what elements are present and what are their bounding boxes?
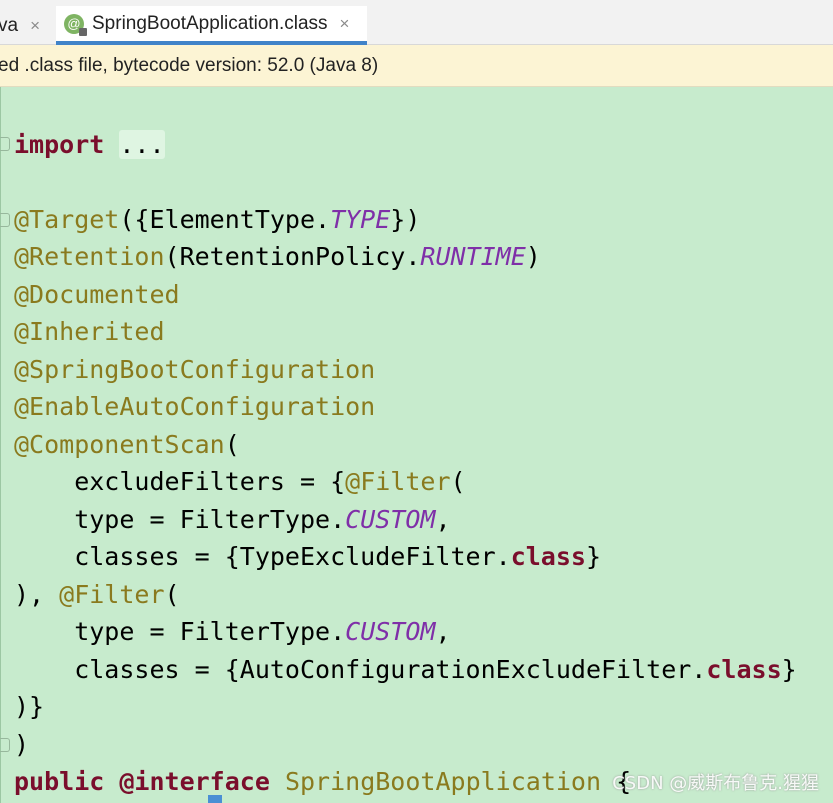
code-text: type = FilterType.: [14, 505, 346, 534]
watermark: CSDN @威斯布鲁克.猩猩: [612, 773, 819, 794]
code-line: classes = {TypeExcludeFilter.class}: [14, 541, 601, 573]
code-text: ): [14, 730, 30, 759]
annotation: @Documented: [14, 280, 180, 309]
code-text: }): [390, 205, 421, 234]
fold-marker-icon[interactable]: [0, 213, 10, 227]
close-icon[interactable]: ×: [340, 14, 350, 34]
annotation: @Target: [14, 205, 120, 234]
tab-label: va: [0, 14, 19, 36]
code-line: @Documented: [14, 279, 180, 311]
code-line-import: import ...: [14, 129, 165, 161]
close-icon[interactable]: ×: [30, 16, 40, 36]
code-line: @SpringBootConfiguration: [14, 354, 375, 386]
code-text: ),: [14, 580, 60, 609]
notice-text: ed .class file, bytecode version: 52.0 (…: [0, 55, 379, 76]
keyword: @interface: [119, 767, 270, 796]
code-line: type = FilterType.CUSTOM,: [14, 504, 451, 536]
code-text: classes = {TypeExcludeFilter.: [14, 542, 511, 571]
annotation: @SpringBootConfiguration: [14, 355, 376, 384]
fold-marker-icon[interactable]: [0, 738, 10, 752]
code-line: excludeFilters = {@Filter(: [14, 466, 466, 498]
code-line: )}: [14, 691, 44, 723]
type-name: SpringBootApplication: [284, 767, 602, 796]
folded-imports[interactable]: ...: [119, 130, 165, 159]
code-text: ,: [435, 617, 451, 646]
code-text: )}: [14, 692, 45, 721]
annotation: @Filter: [59, 580, 165, 609]
keyword: class: [510, 542, 586, 571]
keyword: public: [14, 767, 105, 796]
code-text: (: [450, 467, 466, 496]
constant: TYPE: [330, 205, 391, 234]
code-line: @EnableAutoConfiguration: [14, 391, 375, 423]
code-line: @ComponentScan(: [14, 429, 240, 461]
code-text: ,: [435, 505, 451, 534]
editor-tab-bar: va × @ SpringBootApplication.class ×: [0, 0, 833, 45]
annotation: @Inherited: [14, 317, 165, 346]
code-text: type = FilterType.: [14, 617, 346, 646]
code-text: }: [585, 542, 602, 571]
annotation: @ComponentScan: [14, 430, 225, 459]
code-line: @Inherited: [14, 316, 165, 348]
tab-springbootapplication-class[interactable]: @ SpringBootApplication.class ×: [56, 6, 367, 45]
annotation: @EnableAutoConfiguration: [14, 392, 376, 421]
code-line: ): [14, 729, 29, 761]
code-text: ({ElementType.: [119, 205, 331, 234]
gutter-divider: [0, 87, 1, 803]
annotation: @Retention: [14, 242, 165, 271]
tab-label: SpringBootApplication.class: [92, 12, 328, 34]
code-line: @Target({ElementType.TYPE}): [14, 204, 420, 236]
constant: CUSTOM: [345, 617, 436, 646]
keyword: class: [706, 655, 782, 684]
tab-previous-file[interactable]: va ×: [0, 6, 48, 45]
code-text: }: [781, 655, 797, 684]
code-line: ), @Filter(: [14, 579, 180, 611]
keyword: import: [14, 130, 105, 159]
code-text: (: [164, 580, 180, 609]
code-line: type = FilterType.CUSTOM,: [14, 616, 451, 648]
code-text: excludeFilters = {: [14, 467, 346, 496]
code-line: classes = {AutoConfigurationExcludeFilte…: [14, 654, 797, 686]
annotation: @Filter: [345, 467, 451, 496]
code-line: @Retention(RetentionPolicy.RUNTIME): [14, 241, 541, 273]
constant: RUNTIME: [420, 242, 526, 271]
caret-marker: [208, 795, 222, 803]
code-text: classes = {AutoConfigurationExcludeFilte…: [14, 655, 707, 684]
code-editor[interactable]: import ... @Target({ElementType.TYPE}) @…: [0, 87, 833, 803]
constant: CUSTOM: [345, 505, 436, 534]
annotation-class-icon: @: [64, 13, 87, 36]
code-text: ): [525, 242, 541, 271]
decompiled-file-notice: ed .class file, bytecode version: 52.0 (…: [0, 45, 833, 87]
code-text: (: [224, 430, 240, 459]
code-line-declaration: public @interface SpringBootApplication …: [14, 766, 631, 798]
code-text: (RetentionPolicy.: [164, 242, 421, 271]
fold-marker-icon[interactable]: [0, 137, 10, 151]
